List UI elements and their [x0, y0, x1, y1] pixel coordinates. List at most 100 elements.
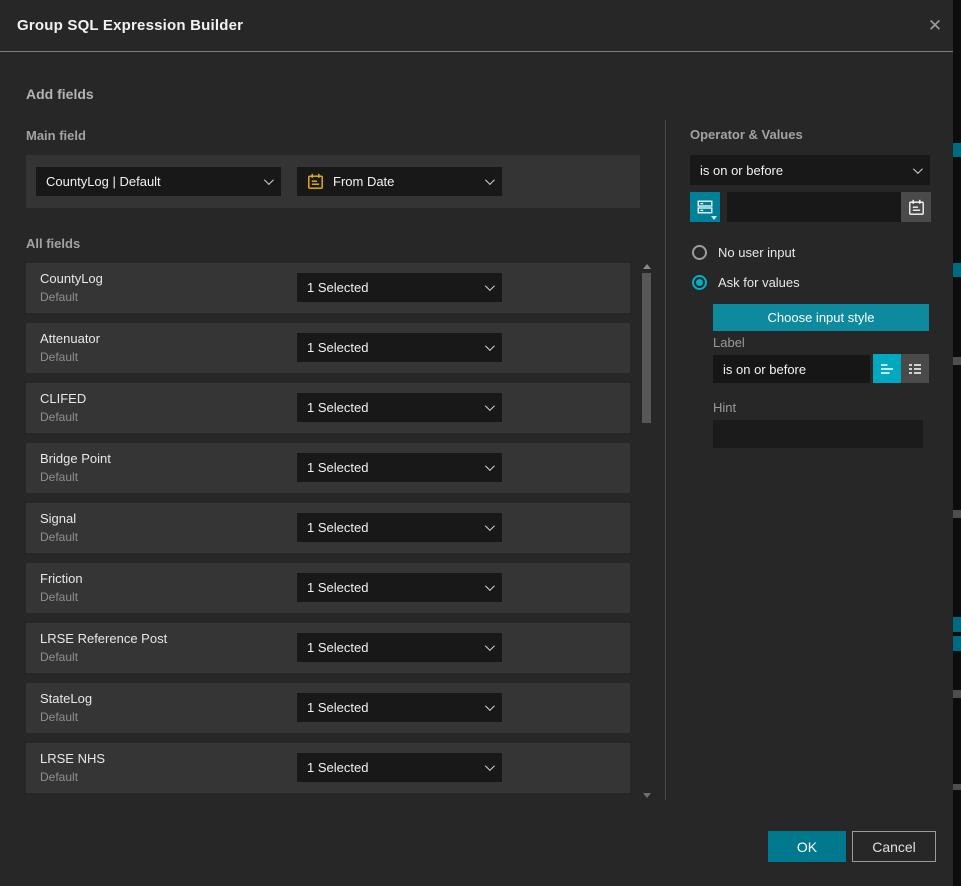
- field-selection-select[interactable]: 1 Selected: [297, 633, 502, 662]
- field-row: CountyLog Default 1 Selected: [26, 263, 630, 313]
- chevron-down-icon: [711, 216, 717, 220]
- field-selection-select[interactable]: 1 Selected: [297, 693, 502, 722]
- field-selection-value: 1 Selected: [307, 760, 368, 775]
- field-name: Bridge Point: [40, 451, 111, 466]
- field-name: LRSE NHS: [40, 751, 105, 766]
- operator-values-heading: Operator & Values: [690, 127, 803, 142]
- date-picker-button[interactable]: [901, 192, 931, 222]
- field-selection-select[interactable]: 1 Selected: [297, 573, 502, 602]
- chevron-down-icon: [485, 281, 495, 291]
- cancel-button[interactable]: Cancel: [852, 831, 936, 862]
- chevron-down-icon: [485, 175, 495, 185]
- scroll-down-icon[interactable]: [643, 793, 651, 798]
- background-fragment: [953, 636, 961, 651]
- field-selection-select[interactable]: 1 Selected: [297, 333, 502, 362]
- field-selection-value: 1 Selected: [307, 580, 368, 595]
- operator-select[interactable]: is on or before: [690, 155, 930, 185]
- chevron-down-icon: [485, 401, 495, 411]
- field-row: LRSE Reference Post Default 1 Selected: [26, 623, 630, 673]
- background-app-strip: [953, 0, 961, 886]
- radio-label: No user input: [718, 245, 795, 260]
- ok-button[interactable]: OK: [768, 831, 846, 862]
- all-fields-list: CountyLog Default 1 Selected Attenuator …: [26, 263, 630, 793]
- field-type: Default: [40, 470, 78, 484]
- background-fragment: [953, 510, 961, 518]
- field-row: Attenuator Default 1 Selected: [26, 323, 630, 373]
- chevron-down-icon: [913, 164, 923, 174]
- radio-circle-icon: [692, 245, 707, 260]
- choose-input-style-button[interactable]: Choose input style: [713, 304, 929, 331]
- field-selection-value: 1 Selected: [307, 340, 368, 355]
- field-selection-select[interactable]: 1 Selected: [297, 513, 502, 542]
- field-selection-value: 1 Selected: [307, 520, 368, 535]
- close-button[interactable]: ✕: [922, 13, 948, 39]
- field-name: LRSE Reference Post: [40, 631, 167, 646]
- input-style-list-button[interactable]: [901, 354, 929, 383]
- field-row: Friction Default 1 Selected: [26, 563, 630, 613]
- align-left-icon: [878, 360, 896, 378]
- value-input[interactable]: [727, 192, 901, 222]
- field-type: Default: [40, 530, 78, 544]
- radio-ask-for-values[interactable]: Ask for values: [692, 275, 800, 290]
- background-fragment: [953, 784, 961, 790]
- field-type: Default: [40, 770, 78, 784]
- all-fields-label: All fields: [26, 236, 80, 251]
- field-type: Default: [40, 650, 78, 664]
- chevron-down-icon: [485, 761, 495, 771]
- field-name: CountyLog: [40, 271, 103, 286]
- list-icon: [906, 360, 924, 378]
- field-selection-select[interactable]: 1 Selected: [297, 393, 502, 422]
- background-fragment: [953, 690, 961, 698]
- chevron-down-icon: [485, 701, 495, 711]
- field-type: Default: [40, 410, 78, 424]
- label-field-label: Label: [713, 335, 745, 350]
- layer-select[interactable]: CountyLog | Default: [36, 167, 281, 196]
- background-fragment: [953, 263, 961, 277]
- chevron-down-icon: [485, 581, 495, 591]
- calendar-icon: [307, 173, 324, 190]
- field-type: Default: [40, 350, 78, 364]
- field-select[interactable]: From Date: [297, 167, 502, 196]
- field-selection-select[interactable]: 1 Selected: [297, 273, 502, 302]
- field-name: Attenuator: [40, 331, 100, 346]
- field-selection-select[interactable]: 1 Selected: [297, 753, 502, 782]
- field-name: Friction: [40, 571, 83, 586]
- background-fragment: [953, 357, 961, 365]
- radio-no-user-input[interactable]: No user input: [692, 245, 795, 260]
- field-selection-value: 1 Selected: [307, 700, 368, 715]
- radio-label: Ask for values: [718, 275, 800, 290]
- field-name: Signal: [40, 511, 76, 526]
- main-field-panel: CountyLog | Default From Date: [26, 155, 640, 208]
- field-selection-value: 1 Selected: [307, 280, 368, 295]
- field-selection-select[interactable]: 1 Selected: [297, 453, 502, 482]
- scrollbar-thumb[interactable]: [642, 273, 651, 423]
- field-name: CLIFED: [40, 391, 86, 406]
- chevron-down-icon: [485, 341, 495, 351]
- unique-values-button[interactable]: [690, 192, 720, 222]
- field-selection-value: 1 Selected: [307, 460, 368, 475]
- field-row: Bridge Point Default 1 Selected: [26, 443, 630, 493]
- field-row: StateLog Default 1 Selected: [26, 683, 630, 733]
- field-type: Default: [40, 590, 78, 604]
- field-selection-value: 1 Selected: [307, 400, 368, 415]
- scroll-up-icon[interactable]: [643, 264, 651, 269]
- layer-select-value: CountyLog | Default: [46, 174, 161, 189]
- operator-select-value: is on or before: [700, 163, 783, 178]
- label-input[interactable]: [713, 355, 870, 383]
- hint-input[interactable]: [713, 420, 923, 448]
- dialog-title: Group SQL Expression Builder: [17, 0, 243, 52]
- field-type: Default: [40, 710, 78, 724]
- input-style-text-button[interactable]: [873, 354, 901, 383]
- field-select-value: From Date: [333, 174, 394, 189]
- background-fragment: [953, 143, 961, 157]
- radio-circle-selected-icon: [692, 275, 707, 290]
- add-fields-heading: Add fields: [26, 86, 94, 102]
- hint-field-label: Hint: [713, 400, 736, 415]
- field-row: LRSE NHS Default 1 Selected: [26, 743, 630, 793]
- field-row: Signal Default 1 Selected: [26, 503, 630, 553]
- chevron-down-icon: [485, 641, 495, 651]
- list-scrollbar[interactable]: [642, 262, 652, 800]
- field-row: CLIFED Default 1 Selected: [26, 383, 630, 433]
- background-fragment: [953, 617, 961, 632]
- chevron-down-icon: [264, 175, 274, 185]
